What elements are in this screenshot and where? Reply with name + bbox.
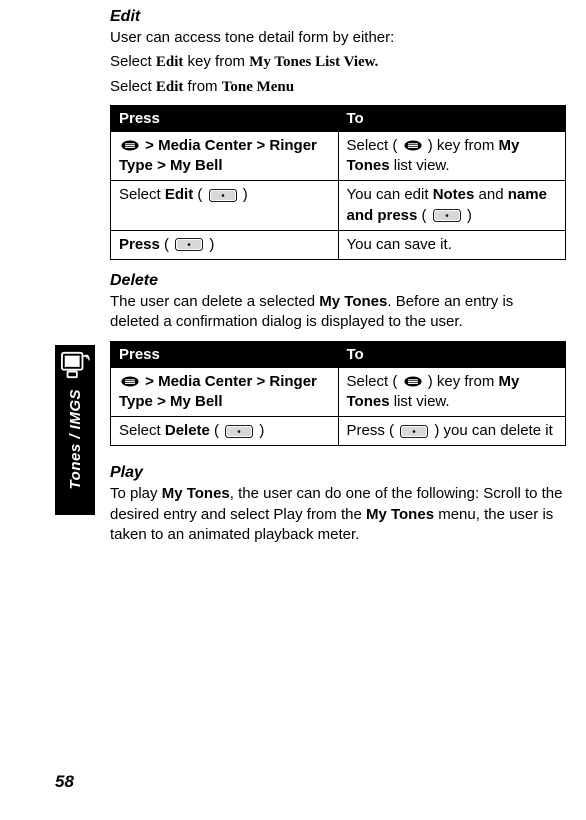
edit-line3: Select Edit from Tone Menu	[110, 77, 566, 97]
page-number: 58	[55, 772, 74, 792]
soft-key-icon	[225, 425, 253, 438]
select-edit-cell: Select Edit ( )	[111, 181, 339, 231]
col-to: To	[338, 105, 566, 131]
table-row: Select Edit ( ) You can edit Notes and n…	[111, 181, 566, 231]
side-chapter-tab: Tones / IMGS	[55, 345, 95, 515]
soft-key-icon	[433, 209, 461, 222]
play-heading: Play	[110, 464, 566, 482]
play-paragraph: To play My Tones, the user can do one of…	[110, 484, 566, 545]
delete-heading: Delete	[110, 272, 566, 290]
table-row: > Media Center > Ringer Type > My Bell S…	[111, 131, 566, 181]
soft-key-icon	[400, 425, 428, 438]
delete-intro: The user can delete a selected My Tones.…	[110, 292, 566, 333]
to-edit-notes: You can edit Notes and name and press ( …	[338, 181, 566, 231]
nav-path-cell: > Media Center > Ringer Type > My Bell	[111, 367, 339, 417]
press-cell: Press ( )	[111, 230, 339, 259]
edit-line2: Select Edit key from My Tones List View.	[110, 52, 566, 72]
edit-table: Press To > Media Center > Ringer Type > …	[110, 105, 566, 260]
table-row: > Media Center > Ringer Type > My Bell S…	[111, 367, 566, 417]
computer-icon	[60, 351, 90, 379]
table-row: Select Delete ( ) Press ( ) you can dele…	[111, 417, 566, 446]
to-press-delete: Press ( ) you can delete it	[338, 417, 566, 446]
soft-key-icon	[175, 238, 203, 251]
select-delete-cell: Select Delete ( )	[111, 417, 339, 446]
side-chapter-label: Tones / IMGS	[67, 389, 84, 489]
delete-table: Press To > Media Center > Ringer Type > …	[110, 341, 566, 447]
col-to: To	[338, 341, 566, 367]
edit-heading: Edit	[110, 8, 566, 26]
table-header-row: Press To	[111, 341, 566, 367]
to-save: You can save it.	[338, 230, 566, 259]
edit-intro: User can access tone detail form by eith…	[110, 28, 566, 48]
menu-key-icon	[404, 140, 422, 151]
to-select-key: Select ( ) key from My Tones list view.	[338, 367, 566, 417]
menu-key-icon	[121, 376, 139, 387]
table-header-row: Press To	[111, 105, 566, 131]
menu-key-icon	[121, 140, 139, 151]
col-press: Press	[111, 105, 339, 131]
col-press: Press	[111, 341, 339, 367]
to-select-key: Select ( ) key from My Tones list view.	[338, 131, 566, 181]
menu-key-icon	[404, 376, 422, 387]
soft-key-icon	[209, 189, 237, 202]
table-row: Press ( ) You can save it.	[111, 230, 566, 259]
nav-path-cell: > Media Center > Ringer Type > My Bell	[111, 131, 339, 181]
